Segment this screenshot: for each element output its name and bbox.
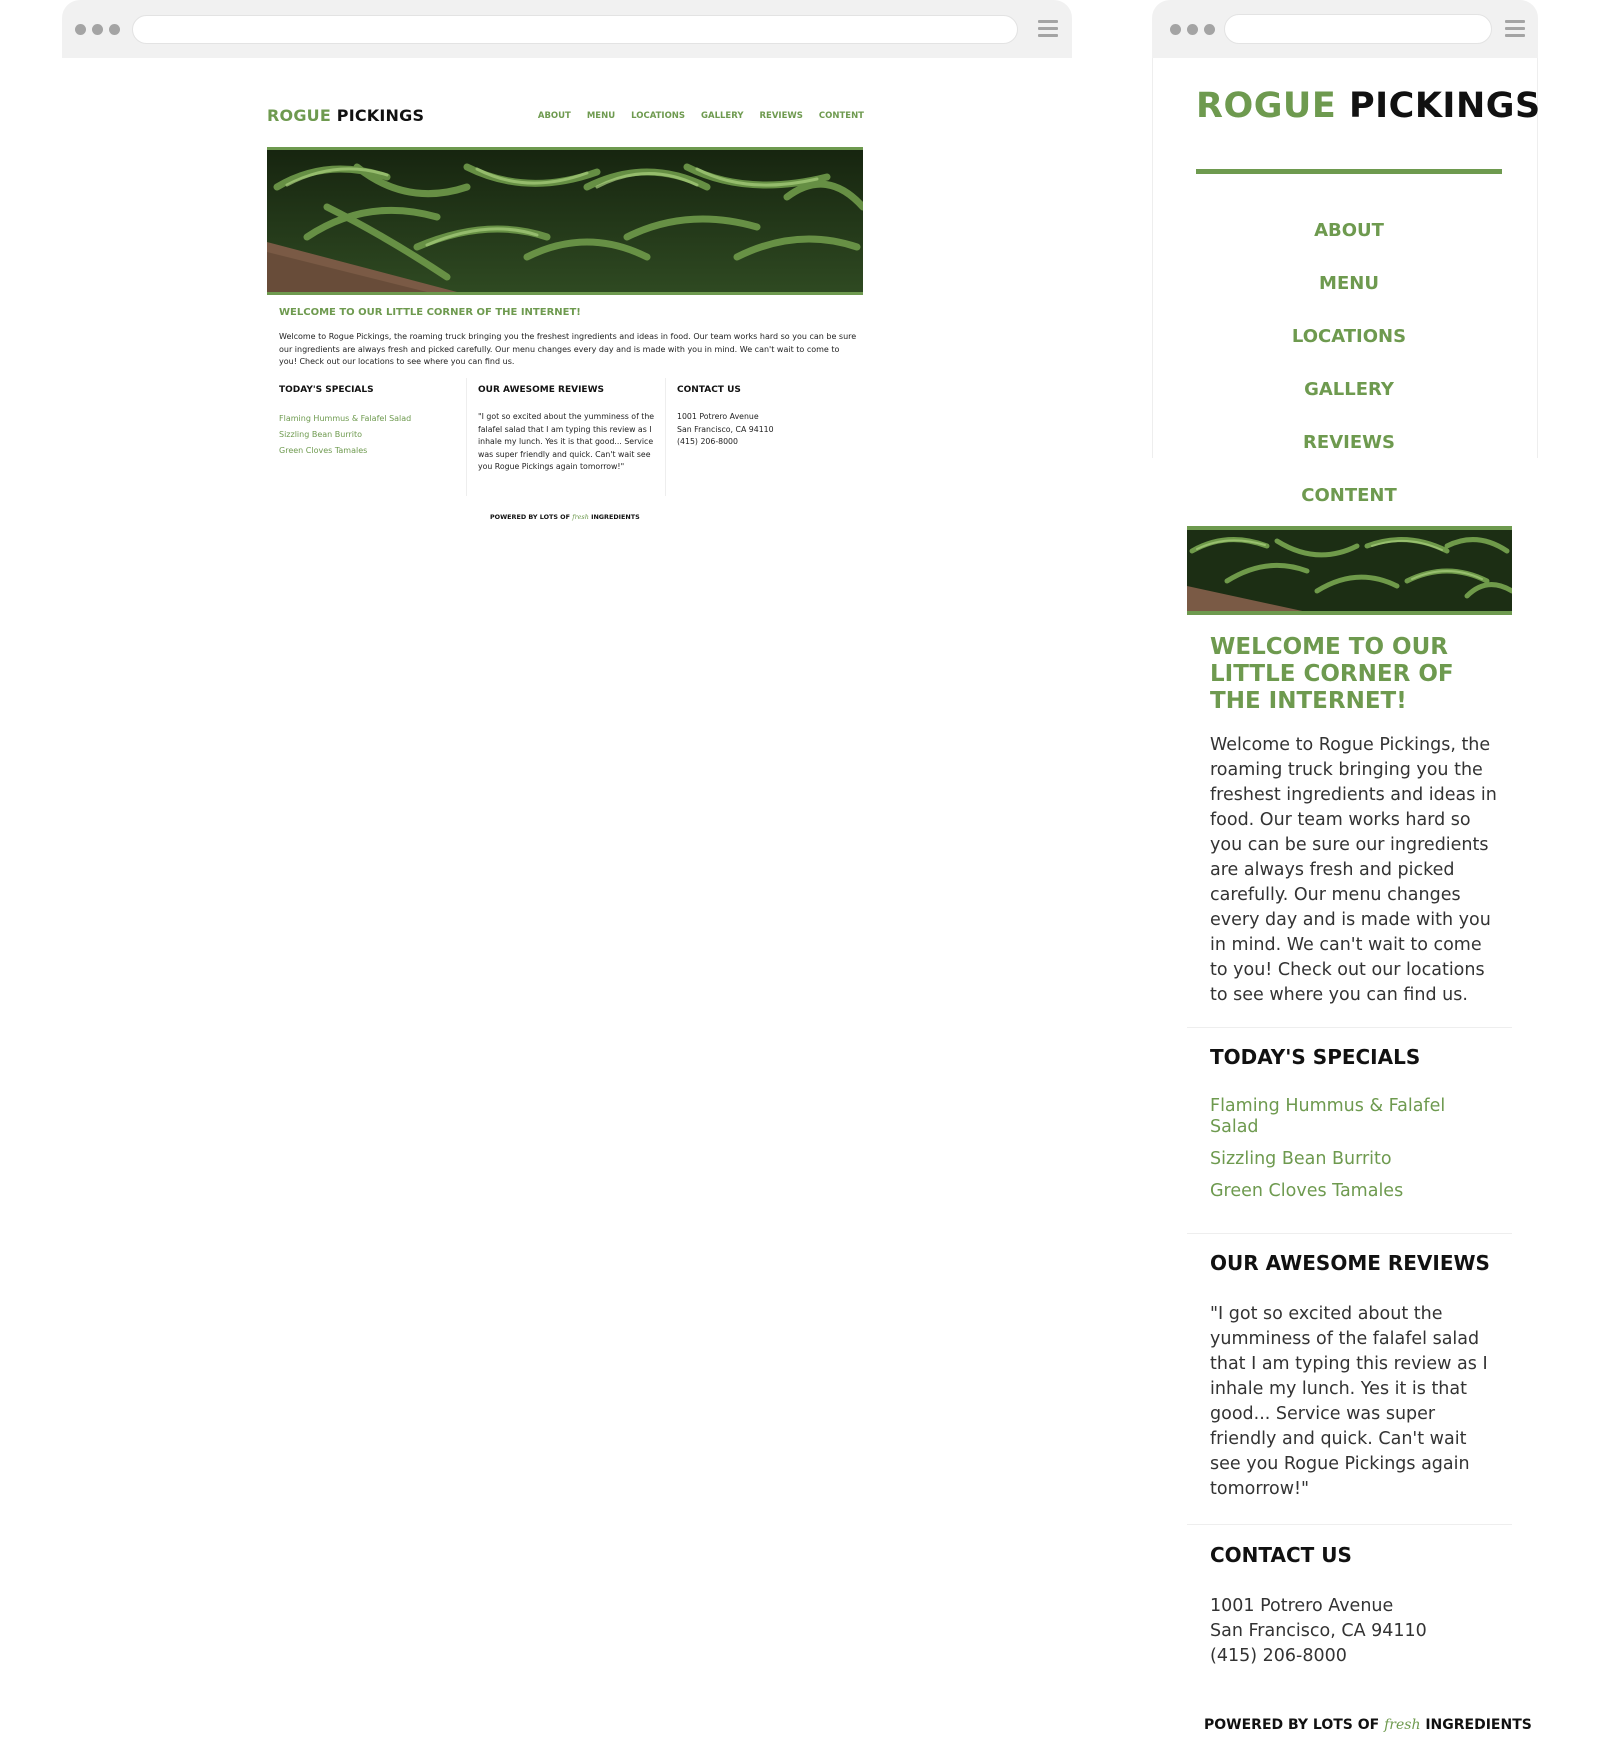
section-divider — [1187, 1027, 1512, 1028]
special-item[interactable]: Flaming Hummus & Falafel Salad — [279, 411, 464, 427]
mobile-nav: ABOUT MENU LOCATIONS GALLERY REVIEWS CON… — [1196, 204, 1502, 522]
contact-heading: CONTACT US — [677, 385, 741, 395]
reviews-heading: OUR AWESOME REVIEWS — [478, 385, 604, 395]
mobile-specials-list: Flaming Hummus & Falafel Salad Sizzling … — [1210, 1096, 1480, 1213]
logo-word-pickings: PICKINGS — [1348, 86, 1541, 126]
nav-reviews[interactable]: REVIEWS — [1196, 416, 1502, 469]
footer-script-word: fresh — [1384, 1717, 1421, 1733]
mobile-site-logo[interactable]: ROGUE PICKINGS — [1196, 86, 1541, 126]
nav-locations[interactable]: LOCATIONS — [631, 111, 685, 121]
column-divider — [466, 378, 467, 496]
desktop-browser-bar — [62, 0, 1072, 58]
contact-section: CONTACT US 1001 Potrero Avenue San Franc… — [677, 385, 862, 449]
nav-locations[interactable]: LOCATIONS — [1196, 310, 1502, 363]
contact-address: 1001 Potrero Avenue — [677, 412, 759, 421]
mobile-review-text: "I got so excited about the yumminess of… — [1210, 1304, 1488, 1499]
welcome-heading: WELCOME TO OUR LITTLE CORNER OF THE INTE… — [279, 307, 581, 318]
welcome-text: Welcome to Rogue Pickings, the roaming t… — [279, 332, 857, 366]
footer-powered-by: POWERED BY LOTS OF fresh INGREDIENTS — [490, 513, 640, 521]
mobile-welcome-heading: WELCOME TO OUR LITTLE CORNER OF THE INTE… — [1210, 634, 1454, 714]
menu-icon[interactable] — [1038, 20, 1058, 41]
special-item[interactable]: Sizzling Bean Burrito — [279, 427, 464, 443]
section-divider — [1187, 1233, 1512, 1234]
special-item[interactable]: Flaming Hummus & Falafel Salad — [1210, 1096, 1480, 1138]
footer-text-after: INGREDIENTS — [591, 513, 640, 521]
menu-icon[interactable] — [1505, 20, 1525, 41]
contact-address: 1001 Potrero Avenue — [1210, 1596, 1394, 1616]
reviews-section: OUR AWESOME REVIEWS "I got so excited ab… — [478, 385, 663, 474]
mobile-reviews-heading: OUR AWESOME REVIEWS — [1210, 1251, 1490, 1275]
mobile-welcome-text: Welcome to Rogue Pickings, the roaming t… — [1210, 735, 1497, 1005]
mobile-browser-bar — [1152, 0, 1538, 58]
mobile-contact-block: 1001 Potrero Avenue San Francisco, CA 94… — [1210, 1594, 1500, 1669]
nav-about[interactable]: ABOUT — [1196, 204, 1502, 257]
logo-underline — [1196, 169, 1502, 174]
special-item[interactable]: Sizzling Bean Burrito — [1210, 1149, 1480, 1170]
mobile-footer-powered-by: POWERED BY LOTS OF fresh INGREDIENTS — [1204, 1717, 1532, 1733]
green-beans-image — [267, 147, 863, 295]
footer-text-before: POWERED BY LOTS OF — [490, 513, 570, 521]
window-dots-icon — [75, 0, 120, 58]
mobile-frame-edge — [1152, 58, 1153, 458]
footer-text-after: INGREDIENTS — [1425, 1717, 1532, 1733]
section-divider — [1187, 1524, 1512, 1525]
window-dots-icon — [1170, 0, 1215, 58]
nav-about[interactable]: ABOUT — [538, 111, 571, 121]
footer-script-word: fresh — [572, 513, 589, 521]
column-divider — [665, 378, 666, 496]
contact-phone[interactable]: (415) 206-8000 — [1210, 1646, 1347, 1666]
logo-word-rogue: ROGUE — [1196, 86, 1337, 126]
green-beans-image — [1187, 526, 1512, 615]
footer-text-before: POWERED BY LOTS OF — [1204, 1717, 1380, 1733]
nav-reviews[interactable]: REVIEWS — [759, 111, 802, 121]
contact-city: San Francisco, CA 94110 — [1210, 1621, 1427, 1641]
nav-menu[interactable]: MENU — [587, 111, 615, 121]
mobile-specials-heading: TODAY'S SPECIALS — [1210, 1045, 1421, 1069]
nav-gallery[interactable]: GALLERY — [701, 111, 743, 121]
nav-gallery[interactable]: GALLERY — [1196, 363, 1502, 416]
mobile-contact-heading: CONTACT US — [1210, 1543, 1352, 1567]
nav-content[interactable]: CONTENT — [1196, 469, 1502, 522]
review-text: "I got so excited about the yumminess of… — [478, 412, 655, 471]
desktop-nav: ABOUT MENU LOCATIONS GALLERY REVIEWS CON… — [538, 111, 864, 121]
special-item[interactable]: Green Cloves Tamales — [279, 443, 464, 459]
address-bar[interactable] — [132, 15, 1018, 44]
contact-city: San Francisco, CA 94110 — [677, 424, 774, 434]
special-item[interactable]: Green Cloves Tamales — [1210, 1181, 1480, 1202]
nav-menu[interactable]: MENU — [1196, 257, 1502, 310]
specials-section: TODAY'S SPECIALS Flaming Hummus & Falafe… — [279, 385, 464, 459]
contact-phone[interactable]: (415) 206-8000 — [677, 437, 738, 446]
specials-heading: TODAY'S SPECIALS — [279, 385, 374, 395]
logo-word-pickings: PICKINGS — [336, 106, 425, 125]
mobile-address-bar[interactable] — [1224, 14, 1492, 44]
nav-content[interactable]: CONTENT — [819, 111, 864, 121]
site-logo[interactable]: ROGUE PICKINGS — [267, 106, 424, 125]
logo-word-rogue: ROGUE — [267, 106, 331, 125]
